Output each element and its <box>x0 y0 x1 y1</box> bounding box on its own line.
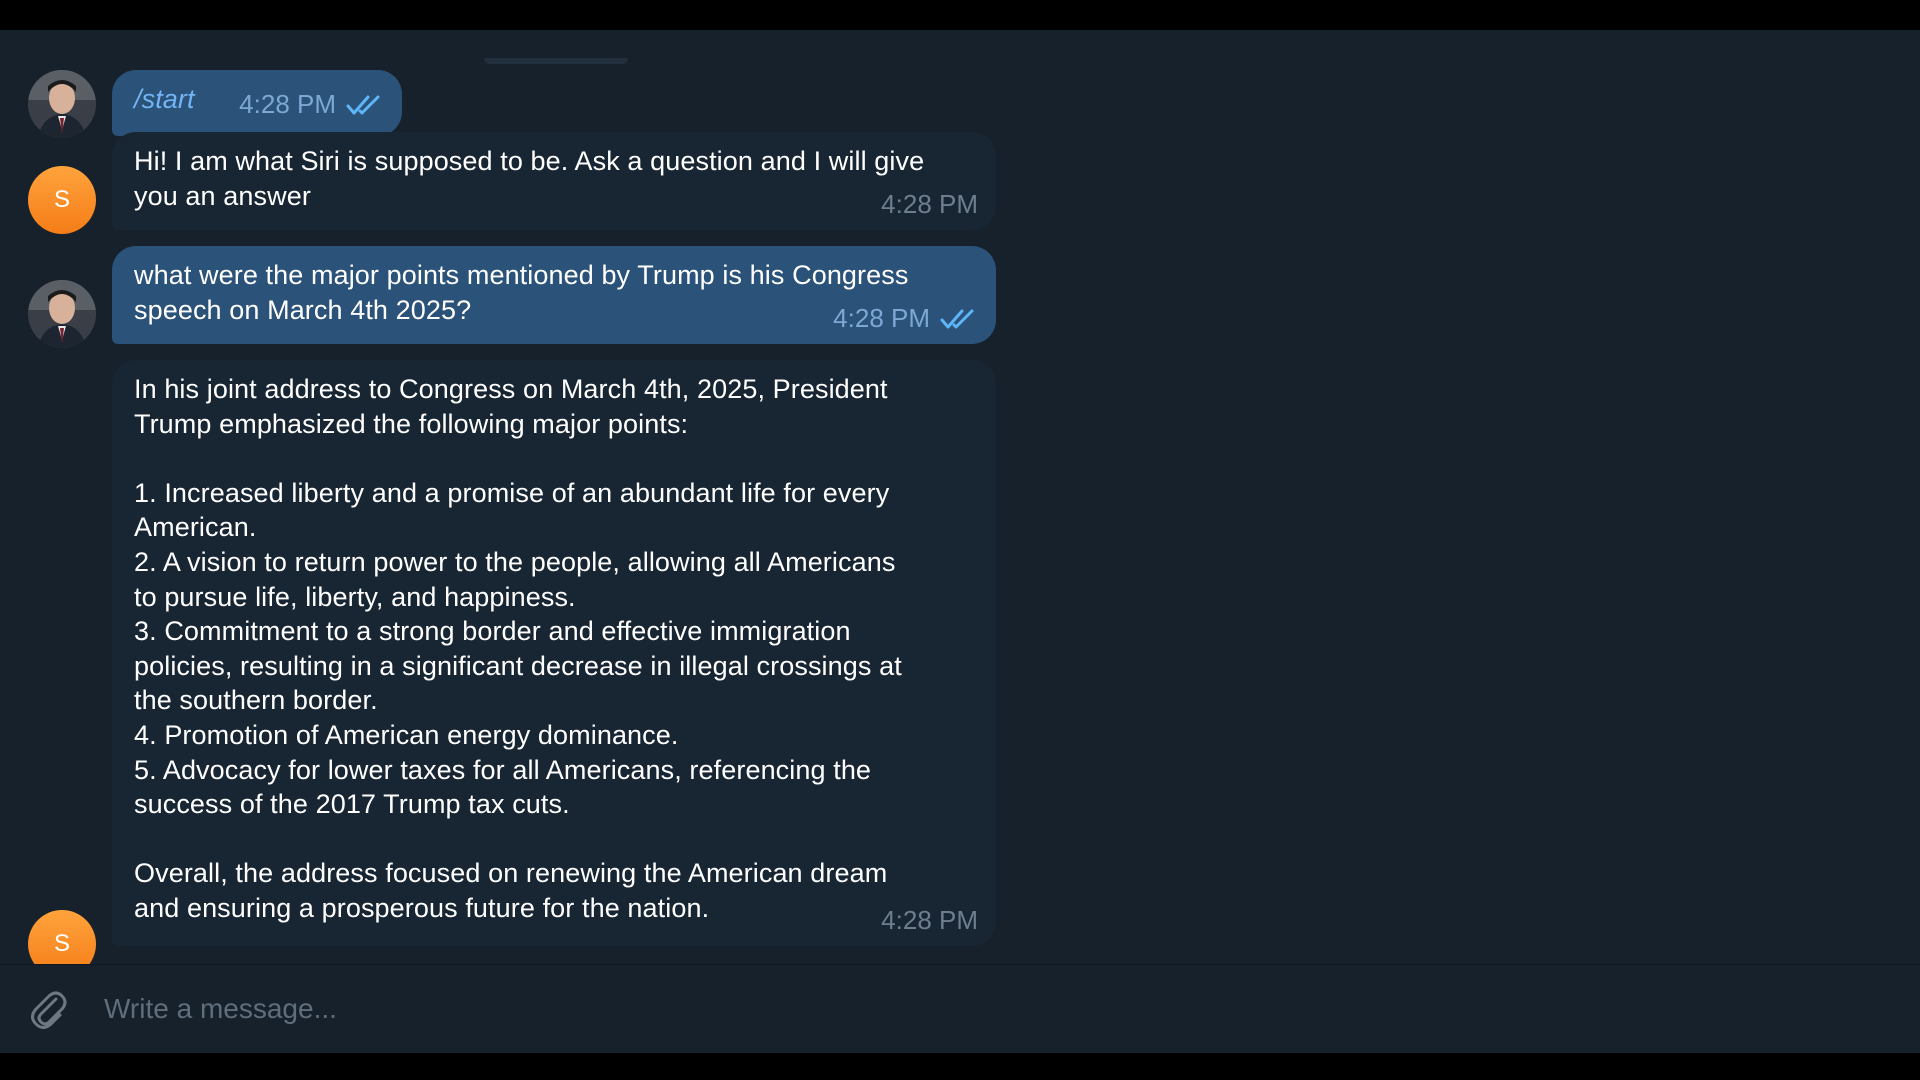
date-pill <box>484 58 628 64</box>
message-text[interactable]: Hi! I am what Siri is supposed to be. As… <box>134 144 974 213</box>
double-check-icon <box>346 94 384 116</box>
bot-avatar[interactable]: S <box>28 910 96 964</box>
bot-avatar-letter: S <box>53 186 70 213</box>
message-time: 4:28 PM <box>833 303 930 334</box>
message-text[interactable]: In his joint address to Congress on Marc… <box>134 372 974 926</box>
bot-avatar[interactable]: S <box>28 166 96 234</box>
message-bubble-incoming[interactable]: Hi! I am what Siri is supposed to be. As… <box>112 132 996 230</box>
message-composer <box>0 964 1920 1053</box>
message-input[interactable] <box>104 983 1804 1035</box>
bot-avatar-letter: S <box>53 930 70 957</box>
user-avatar[interactable] <box>28 280 96 348</box>
double-check-icon <box>940 308 978 330</box>
message-bubble-outgoing[interactable]: /start 4:28 PM <box>112 70 402 136</box>
message-time: 4:28 PM <box>881 905 978 936</box>
chat-history[interactable]: /start 4:28 PM S Hi! I am what Siri is s… <box>0 30 1920 964</box>
user-avatar[interactable] <box>28 70 96 138</box>
message-bubble-outgoing[interactable]: what were the major points mentioned by … <box>112 246 996 344</box>
message-meta: 4:28 PM <box>881 187 978 222</box>
message-time: 4:28 PM <box>239 89 336 120</box>
message-bubble-incoming[interactable]: In his joint address to Congress on Marc… <box>112 360 996 946</box>
telegram-window: /start 4:28 PM S Hi! I am what Siri is s… <box>0 0 1920 1080</box>
paperclip-icon[interactable] <box>24 985 72 1033</box>
message-time: 4:28 PM <box>881 189 978 220</box>
message-meta: 4:28 PM <box>881 903 978 938</box>
message-text[interactable]: /start <box>134 84 195 114</box>
message-meta: 4:28 PM <box>239 87 384 122</box>
message-meta: 4:28 PM <box>833 301 978 336</box>
